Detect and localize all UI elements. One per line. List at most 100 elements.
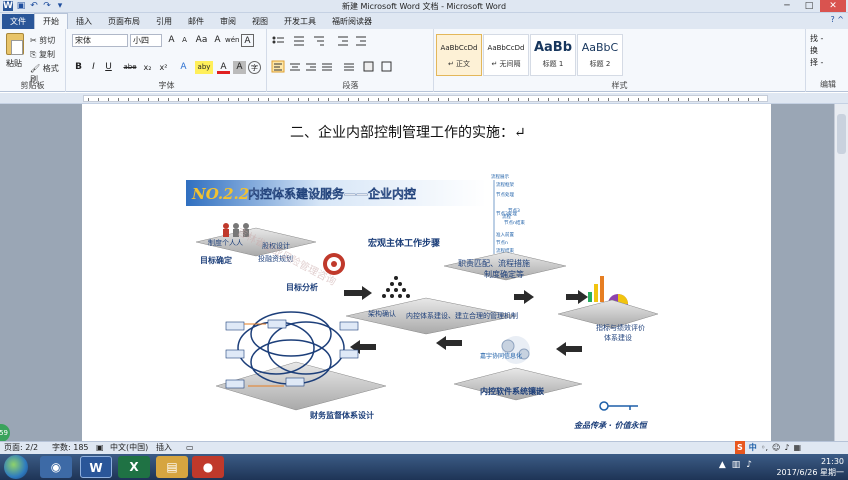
ruler-tick <box>488 98 489 101</box>
word-count[interactable]: 字数: 185 <box>52 442 89 454</box>
ruler-tick <box>328 98 329 101</box>
font-color-icon[interactable]: A <box>217 61 230 74</box>
punct-icon[interactable]: ◦, <box>761 441 768 454</box>
network-icon[interactable]: ▥ <box>732 460 741 470</box>
subscript-button[interactable]: x₂ <box>141 61 154 74</box>
ruler-tick <box>298 98 299 101</box>
select-button[interactable]: 择 - <box>810 57 823 69</box>
ruler-tick <box>648 98 649 101</box>
ime-toolbar[interactable]: S 中 ◦, ☺ ♪ ▦ <box>735 441 801 454</box>
explorer-icon[interactable]: ◉ <box>40 456 72 478</box>
tab-file[interactable]: 文件 <box>2 14 34 29</box>
macro-icon[interactable]: ▭ <box>186 442 194 454</box>
bold-button[interactable]: B <box>72 61 85 74</box>
style-label: 标题 2 <box>589 60 611 68</box>
word-taskbar-button[interactable]: W <box>80 456 112 478</box>
shrink-font-icon[interactable]: A <box>178 34 191 47</box>
ruler-tick <box>118 98 119 101</box>
page-count[interactable]: 页面: 2/2 <box>4 442 38 454</box>
flow-step: 流程框架 <box>496 181 514 188</box>
start-button[interactable] <box>4 455 28 479</box>
keyboard-icon[interactable]: ▦ <box>793 441 801 454</box>
find-button[interactable]: 找 - <box>810 33 823 45</box>
ruler-tick <box>528 98 529 101</box>
char-shading-icon[interactable]: A <box>233 61 246 74</box>
clear-format-icon[interactable]: A <box>211 34 224 47</box>
font-size-select[interactable]: 小四 <box>130 34 162 47</box>
italic-button[interactable]: I <box>87 61 100 74</box>
vertical-scrollbar[interactable] <box>834 104 848 441</box>
emoji-icon[interactable]: ☺ <box>772 441 780 454</box>
ime-mode[interactable]: 中 <box>749 441 757 454</box>
step-label: 目标确定 <box>200 255 232 265</box>
ruler-tick <box>498 98 499 101</box>
proofing-icon[interactable]: ▣ <box>96 442 104 454</box>
tab-review[interactable]: 审阅 <box>212 14 244 29</box>
ruler-tick <box>128 98 129 101</box>
strikethrough-button[interactable]: abe <box>121 61 139 74</box>
ruler-tick <box>138 98 139 101</box>
app-icon[interactable]: ● <box>192 456 224 478</box>
sogou-icon[interactable]: S <box>735 441 745 454</box>
pinyin-icon[interactable]: wén <box>225 34 239 47</box>
paste-icon[interactable] <box>6 33 24 55</box>
enclose-char-icon[interactable]: 字 <box>248 61 261 74</box>
help-icon[interactable]: ? ^ <box>831 15 845 24</box>
language[interactable]: 中文(中国) <box>110 442 148 454</box>
font-name-select[interactable]: 宋体 <box>72 34 128 47</box>
step-label: 财务监督体系设计 <box>309 410 374 420</box>
tray-icon[interactable]: ▲ <box>719 460 726 470</box>
tab-page-layout[interactable]: 页面布局 <box>100 14 148 29</box>
maximize-button[interactable]: □ <box>798 0 820 12</box>
tab-developer[interactable]: 开发工具 <box>276 14 324 29</box>
replace-button[interactable]: 换 <box>810 45 823 57</box>
copy-button[interactable]: ⎘ 复制 <box>30 49 55 60</box>
clipboard-group: 粘贴 ✂ 剪切 ⎘ 复制 🖌 格式刷 剪贴板 <box>0 29 66 92</box>
style-heading-1[interactable]: AaBb 标题 1 <box>530 34 576 76</box>
ruler-tick <box>178 98 179 101</box>
minimize-button[interactable]: ─ <box>776 0 798 12</box>
ruler-tick <box>698 98 699 101</box>
tab-foxit[interactable]: 福昕阅读器 <box>324 14 380 29</box>
insert-mode[interactable]: 插入 <box>156 442 172 454</box>
step-label: 嘉宇协同信息化 <box>480 352 522 360</box>
cut-label: 剪切 <box>39 36 56 45</box>
change-case-icon[interactable]: Aa <box>195 34 208 47</box>
volume-icon[interactable]: ♪ <box>746 460 752 470</box>
ruler-tick <box>418 98 419 101</box>
style-normal[interactable]: AaBbCcDd ↵ 正文 <box>436 34 482 76</box>
horizontal-ruler[interactable] <box>0 93 848 104</box>
style-no-spacing[interactable]: AaBbCcDd ↵ 无间隔 <box>483 34 529 76</box>
superscript-button[interactable]: x² <box>157 61 170 74</box>
ruler-tick <box>158 98 159 101</box>
mic-icon[interactable]: ♪ <box>784 441 789 454</box>
tab-home[interactable]: 开始 <box>34 13 68 29</box>
ruler-tick <box>728 98 729 101</box>
text-effects-icon[interactable]: A <box>177 61 190 74</box>
tab-view[interactable]: 视图 <box>244 14 276 29</box>
paragraph-group-label: 段落 <box>342 81 359 90</box>
excel-taskbar-button[interactable]: X <box>118 456 150 478</box>
paragraph-icons[interactable] <box>268 29 434 79</box>
ruler-tick <box>468 98 469 101</box>
embedded-diagram-image[interactable]: NO.2.2 内控体系建设服务——企业内控 制度个人人 股权设计 投融资规划 目… <box>186 166 666 438</box>
tab-insert[interactable]: 插入 <box>68 14 100 29</box>
char-border-icon[interactable]: A <box>241 34 254 47</box>
folder-icon[interactable]: ▤ <box>156 456 188 478</box>
paste-label[interactable]: 粘贴 <box>6 58 22 69</box>
step-label: 体系建设 <box>604 333 632 342</box>
cut-button[interactable]: ✂ 剪切 <box>30 35 55 46</box>
scrollbar-thumb[interactable] <box>837 114 846 154</box>
highlight-icon[interactable]: aby <box>195 61 213 74</box>
tray-icons[interactable]: ▲ ▥ ♪ <box>719 460 752 470</box>
style-heading-2[interactable]: AaBbC 标题 2 <box>577 34 623 76</box>
line-spacing-icon <box>344 63 354 71</box>
system-tray[interactable]: 21:30 2017/6/26 星期一 <box>776 456 844 478</box>
tab-references[interactable]: 引用 <box>148 14 180 29</box>
underline-button[interactable]: U <box>102 61 115 74</box>
grow-font-icon[interactable]: A <box>165 34 178 47</box>
tab-mailings[interactable]: 邮件 <box>180 14 212 29</box>
close-button[interactable]: ✕ <box>820 0 846 12</box>
ruler-tick <box>238 98 239 101</box>
borders-icon <box>381 61 392 72</box>
